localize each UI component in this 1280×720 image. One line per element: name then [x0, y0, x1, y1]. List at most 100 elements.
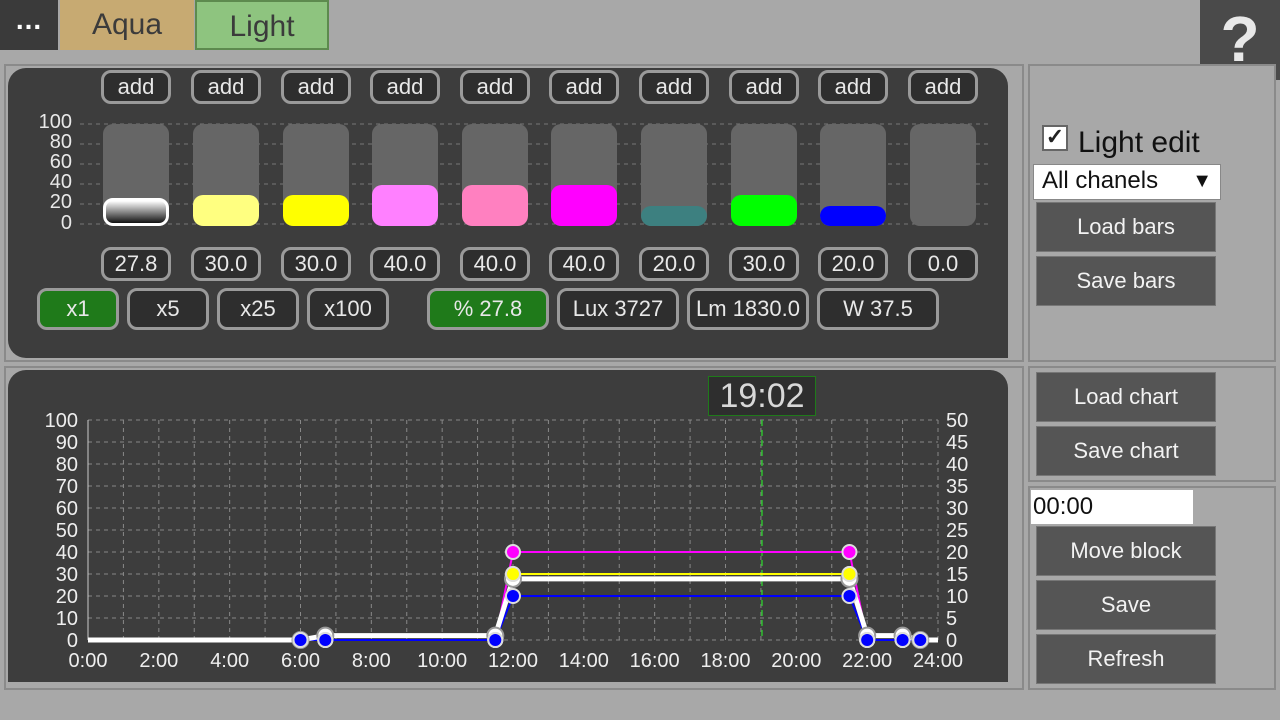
light-edit-label: Light edit [1078, 126, 1200, 159]
series-point [317, 632, 334, 648]
series-point [841, 566, 858, 582]
x-tick-label: 14:00 [559, 650, 609, 672]
channel-value-3[interactable]: 30.0 [281, 247, 351, 281]
series-point [505, 566, 521, 582]
x-tick-label: 0:00 [69, 650, 108, 672]
channel-value-8[interactable]: 30.0 [729, 247, 799, 281]
channel-value-4[interactable]: 40.0 [370, 247, 440, 281]
y-left-tick-label: 40 [56, 542, 78, 564]
x-tick-label: 24:00 [913, 650, 963, 672]
add-button-ch4[interactable]: add [370, 70, 440, 104]
add-button-ch10[interactable]: add [908, 70, 978, 104]
save-bars-button[interactable]: Save bars [1036, 256, 1216, 306]
light-edit-checkbox[interactable]: ✓ [1042, 125, 1068, 151]
schedule-chart[interactable]: 1009080706050403020100504540353025201510… [8, 370, 1008, 682]
y-right-tick-label: 15 [946, 564, 968, 586]
multiplier-x25-button[interactable]: x25 [217, 288, 299, 330]
add-button-ch3[interactable]: add [281, 70, 351, 104]
channel-value-2[interactable]: 30.0 [191, 247, 261, 281]
series-point [505, 588, 521, 604]
bar-axis-tick: 60 [49, 151, 72, 173]
multiplier-x100-button[interactable]: x100 [307, 288, 389, 330]
channel-value-10[interactable]: 0.0 [908, 247, 978, 281]
channel-bar-6[interactable] [551, 124, 617, 226]
channel-bar-fill [731, 195, 797, 226]
y-left-tick-label: 60 [56, 498, 78, 520]
y-left-tick-label: 10 [56, 608, 78, 630]
load-bars-button[interactable]: Load bars [1036, 202, 1216, 252]
dropdown-arrow-icon: ▼ [1192, 170, 1212, 192]
multiplier-x5-button[interactable]: x5 [127, 288, 209, 330]
channel-bar-8[interactable] [731, 124, 797, 226]
channel-bar-1[interactable] [103, 124, 169, 226]
channel-bar-10[interactable] [910, 124, 976, 226]
x-tick-label: 10:00 [417, 650, 467, 672]
multiplier-x1-button[interactable]: x1 [37, 288, 119, 330]
series-point [841, 588, 858, 604]
channel-value-6[interactable]: 40.0 [549, 247, 619, 281]
channel-select[interactable]: All chanels ▼ [1033, 164, 1221, 200]
channel-value-9[interactable]: 20.0 [818, 247, 888, 281]
add-button-ch9[interactable]: add [818, 70, 888, 104]
bar-axis: 100 80 60 40 20 0 [28, 111, 72, 233]
series-point [859, 632, 876, 648]
channel-bar-2[interactable] [193, 124, 259, 226]
save-chart-button[interactable]: Save chart [1036, 426, 1216, 476]
load-chart-button[interactable]: Load chart [1036, 372, 1216, 422]
add-button-ch8[interactable]: add [729, 70, 799, 104]
current-time-display: 19:02 [708, 376, 816, 416]
channel-bar-7[interactable] [641, 124, 707, 226]
move-block-button[interactable]: Move block [1036, 526, 1216, 576]
add-button-ch2[interactable]: add [191, 70, 261, 104]
channel-value-5[interactable]: 40.0 [460, 247, 530, 281]
x-tick-label: 12:00 [488, 650, 538, 672]
add-button-ch5[interactable]: add [460, 70, 530, 104]
watt-stat-button[interactable]: W 37.5 [817, 288, 939, 330]
bar-axis-tick: 80 [49, 131, 72, 153]
light-edit-toggle[interactable]: ✓ Light edit [1040, 122, 1220, 162]
lux-stat-button[interactable]: Lux 3727 [557, 288, 679, 330]
percent-stat-button[interactable]: % 27.8 [427, 288, 549, 330]
series-point [841, 544, 858, 560]
bar-axis-tick: 20 [49, 191, 72, 213]
add-button-ch7[interactable]: add [639, 70, 709, 104]
add-button-ch1[interactable]: add [101, 70, 171, 104]
channel-bar-fill [193, 195, 259, 226]
channel-bar-4[interactable] [372, 124, 438, 226]
y-right-tick-label: 25 [946, 520, 968, 542]
x-tick-label: 18:00 [700, 650, 750, 672]
channel-value-7[interactable]: 20.0 [639, 247, 709, 281]
channel-bar-fill [462, 185, 528, 226]
bar-axis-tick: 100 [38, 111, 72, 133]
tab-light[interactable]: Light [195, 0, 329, 50]
y-left-tick-label: 50 [56, 520, 78, 542]
series-point [292, 632, 309, 648]
channel-bar-fill [551, 185, 617, 226]
channel-select-value: All chanels [1042, 167, 1159, 194]
menu-button[interactable]: ... [0, 0, 58, 50]
refresh-button[interactable]: Refresh [1036, 634, 1216, 684]
add-button-ch6[interactable]: add [549, 70, 619, 104]
channel-bar-5[interactable] [462, 124, 528, 226]
y-right-tick-label: 20 [946, 542, 968, 564]
x-tick-label: 6:00 [281, 650, 320, 672]
series-point [487, 632, 504, 648]
y-right-tick-label: 5 [946, 608, 957, 630]
lumen-stat-button[interactable]: Lm 1830.0 [687, 288, 809, 330]
y-left-tick-label: 100 [45, 410, 78, 432]
x-tick-label: 8:00 [352, 650, 391, 672]
x-tick-label: 22:00 [842, 650, 892, 672]
y-left-tick-label: 30 [56, 564, 78, 586]
channel-bar-3[interactable] [283, 124, 349, 226]
tab-aqua[interactable]: Aqua [60, 0, 194, 50]
channel-bar-fill [103, 197, 169, 226]
y-left-tick-label: 20 [56, 586, 78, 608]
series-point [894, 632, 911, 648]
channel-value-1[interactable]: 27.8 [101, 247, 171, 281]
channel-bar-fill [641, 205, 707, 226]
channel-bar-9[interactable] [820, 124, 886, 226]
y-left-tick-label: 90 [56, 432, 78, 454]
time-input[interactable] [1031, 490, 1193, 524]
save-button[interactable]: Save [1036, 580, 1216, 630]
y-left-tick-label: 70 [56, 476, 78, 498]
